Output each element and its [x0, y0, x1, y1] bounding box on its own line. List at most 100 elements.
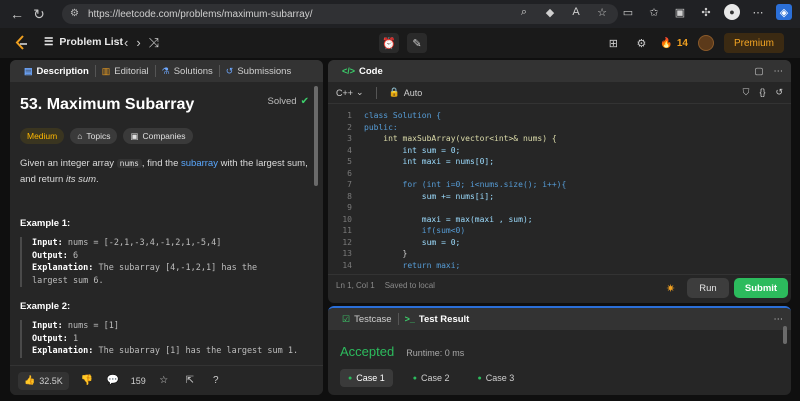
- streak-count: 14: [676, 37, 688, 49]
- copilot-icon[interactable]: ✣: [698, 4, 714, 20]
- tab-label: Submissions: [237, 65, 292, 77]
- reload-icon[interactable]: ↻: [28, 3, 50, 25]
- extension-icon[interactable]: ◆: [542, 4, 558, 20]
- desc-text: .: [96, 174, 99, 185]
- editorial-book-icon: ▥: [101, 65, 111, 76]
- premium-button[interactable]: Premium: [723, 33, 784, 53]
- code-line: class Solution {: [364, 111, 442, 120]
- profile-avatar[interactable]: ●: [724, 4, 740, 20]
- case-tab[interactable]: ● Case 3: [470, 369, 523, 387]
- output-label: Output:: [32, 333, 68, 344]
- favorites-icon[interactable]: ✩: [646, 4, 662, 20]
- tab-code[interactable]: </> Code: [336, 60, 389, 82]
- star-icon[interactable]: ☆: [156, 373, 172, 389]
- app-header: ☰ Problem List ‹ › ⤨ ⏰ ✎ ⊞ ⚙ 🔥 14 Premiu…: [0, 28, 800, 58]
- mode-label: Auto: [403, 87, 423, 98]
- difficulty-badge[interactable]: Medium: [20, 128, 65, 144]
- tab-testcase[interactable]: ☑ Testcase: [336, 308, 398, 330]
- example-block: Input: nums = [-2,1,-3,4,-1,2,1,-5,4] Ou…: [20, 237, 313, 287]
- case-tab[interactable]: ● Case 1: [340, 369, 393, 387]
- code-line: sum += nums[i];: [364, 191, 495, 201]
- problem-description: Given an integer array nums, find the su…: [20, 156, 310, 188]
- companies-chip[interactable]: ▣ Companies: [123, 128, 193, 144]
- prev-problem-icon[interactable]: ‹: [124, 35, 128, 51]
- input-label: Input:: [32, 238, 63, 248]
- example-block: Input: nums = [1] Output: 1 Explanation:…: [20, 320, 313, 358]
- tab-test-result[interactable]: >_ Test Result: [399, 308, 476, 330]
- collections-icon[interactable]: ▣: [672, 4, 688, 20]
- line-number: 1: [347, 111, 352, 120]
- topics-label: Topics: [86, 131, 111, 141]
- comment-icon[interactable]: 💬: [105, 373, 121, 389]
- test-result-panel: ☑ Testcase >_ Test Result ⋯ Accepted Run…: [328, 306, 791, 395]
- code-brackets-icon: </>: [342, 66, 356, 76]
- explanation-label: Explanation:: [32, 346, 94, 356]
- lock-icon: ▣: [130, 130, 139, 141]
- case-label: Case 1: [356, 373, 385, 383]
- result-status: Accepted: [340, 344, 395, 359]
- result-scrollbar[interactable]: [783, 326, 787, 344]
- user-avatar[interactable]: [697, 35, 714, 51]
- bookmark-icon[interactable]: ⛉: [743, 87, 750, 98]
- tab-submissions[interactable]: ↺ Submissions: [220, 60, 297, 82]
- topics-chip[interactable]: ⌂ Topics: [70, 128, 118, 144]
- code-line: sum = 0;: [364, 237, 461, 247]
- back-arrow-icon[interactable]: ←: [6, 3, 28, 25]
- save-status: Saved to local: [384, 281, 435, 290]
- help-icon[interactable]: ?: [208, 373, 224, 389]
- notes-icon[interactable]: ✎: [407, 33, 427, 53]
- submit-button[interactable]: Submit: [734, 278, 788, 298]
- tab-label: Testcase: [354, 313, 392, 325]
- more-menu-icon[interactable]: ⋯: [750, 4, 766, 20]
- tab-solutions[interactable]: ⚗ Solutions: [156, 60, 219, 82]
- streak-counter[interactable]: 🔥 14: [660, 38, 688, 49]
- more-options-icon[interactable]: ⋯: [774, 314, 784, 325]
- search-icon[interactable]: ⌕: [516, 4, 532, 20]
- language-select[interactable]: C++ ⌄: [336, 87, 364, 98]
- line-number: 8: [347, 191, 352, 201]
- chevron-down-icon: ⌄: [356, 87, 364, 97]
- split-screen-icon[interactable]: ▭: [620, 4, 636, 20]
- cursor-position: Ln 1, Col 1: [336, 281, 375, 290]
- case-label: Case 2: [421, 373, 450, 383]
- line-number: 2: [347, 122, 352, 132]
- description-doc-icon: ▤: [24, 65, 33, 76]
- problem-list-button[interactable]: ☰ Problem List: [44, 36, 123, 48]
- result-body: Accepted Runtime: 0 ms ● Case 1 ● Case 2…: [328, 330, 791, 395]
- like-button[interactable]: 👍 32.5K: [18, 371, 69, 390]
- layout-grid-icon[interactable]: ⊞: [604, 34, 622, 52]
- share-icon[interactable]: ⇱: [182, 373, 198, 389]
- leetcode-logo-icon[interactable]: [14, 35, 30, 51]
- editor-toolbar: C++ ⌄ 🔒 Auto ⛉ {} ↺: [328, 82, 791, 104]
- run-button[interactable]: Run: [687, 278, 729, 298]
- more-options-icon[interactable]: ⋯: [774, 66, 784, 77]
- reset-icon[interactable]: ↺: [775, 87, 783, 98]
- maximize-icon[interactable]: ▢: [755, 66, 764, 77]
- solved-status: Solved ✔: [268, 96, 309, 107]
- thumbs-down-icon[interactable]: 👎: [79, 373, 95, 389]
- settings-gear-icon[interactable]: ⚙: [632, 34, 650, 52]
- read-aloud-icon[interactable]: A: [568, 4, 584, 20]
- auto-mode-toggle[interactable]: 🔒 Auto: [389, 87, 423, 98]
- format-braces-icon[interactable]: {}: [759, 87, 765, 98]
- tab-editorial[interactable]: ▥ Editorial: [96, 60, 155, 82]
- timer-icon[interactable]: ⏰: [379, 33, 399, 53]
- explanation-label: Explanation:: [32, 263, 94, 273]
- case-tab[interactable]: ● Case 2: [405, 369, 458, 387]
- site-info-icon[interactable]: ⚙: [70, 8, 82, 20]
- tab-label: Test Result: [418, 313, 470, 325]
- companies-label: Companies: [142, 131, 186, 141]
- description-scrollbar[interactable]: [314, 86, 318, 186]
- subarray-link[interactable]: subarray: [181, 158, 218, 169]
- tab-description[interactable]: ▤ Description: [18, 60, 95, 82]
- input-value: nums = [-2,1,-3,4,-1,2,1,-5,4]: [62, 238, 222, 248]
- favorite-star-icon[interactable]: ☆: [594, 4, 610, 20]
- shuffle-icon[interactable]: ⤨: [149, 35, 159, 51]
- code-editor[interactable]: 1 2 3 4 5 6 7 8 9 10 11 12 13 14 class S…: [328, 104, 791, 274]
- next-problem-icon[interactable]: ›: [136, 35, 140, 51]
- input-label: Input:: [32, 321, 63, 331]
- language-label: C++: [336, 87, 354, 98]
- edge-sidebar-icon[interactable]: ◈: [776, 4, 792, 20]
- sparkle-icon[interactable]: ✷: [666, 282, 680, 296]
- desc-emphasis: its sum: [65, 174, 97, 185]
